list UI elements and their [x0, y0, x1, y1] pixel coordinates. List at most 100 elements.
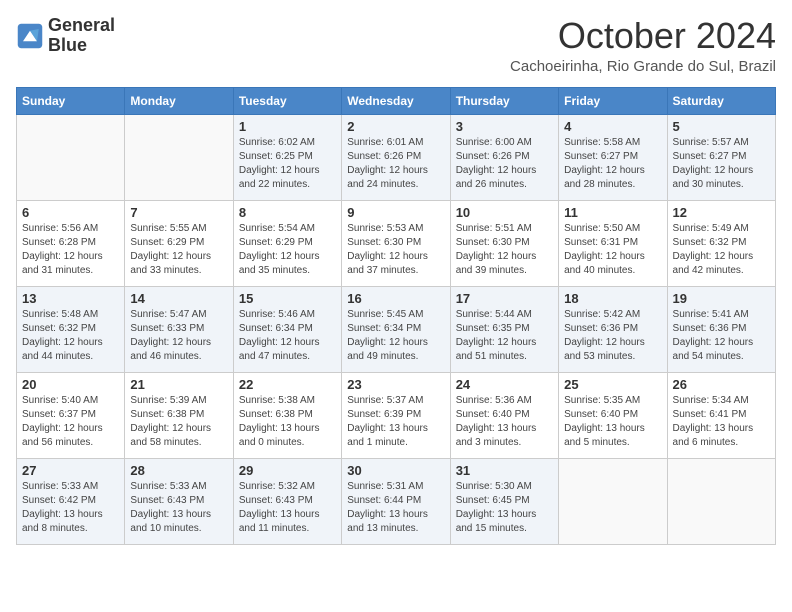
day-info: Sunrise: 5:35 AM Sunset: 6:40 PM Dayligh… — [564, 394, 661, 450]
day-number: 16 — [347, 291, 444, 306]
day-number: 9 — [347, 205, 444, 220]
day-info: Sunrise: 6:02 AM Sunset: 6:25 PM Dayligh… — [239, 136, 336, 192]
day-number: 26 — [673, 377, 770, 392]
calendar-day-cell: 1 Sunrise: 6:02 AM Sunset: 6:25 PM Daylig… — [233, 114, 341, 200]
calendar-day-cell: 6 Sunrise: 5:56 AM Sunset: 6:28 PM Daylig… — [17, 200, 125, 286]
day-number: 7 — [130, 205, 227, 220]
calendar-day-cell: 12 Sunrise: 5:49 AM Sunset: 6:32 PM Dayli… — [667, 200, 775, 286]
month-title: October 2024 — [510, 16, 776, 56]
weekday-header: Thursday — [450, 87, 558, 114]
day-info: Sunrise: 5:48 AM Sunset: 6:32 PM Dayligh… — [22, 308, 119, 364]
calendar-day-cell: 24 Sunrise: 5:36 AM Sunset: 6:40 PM Dayli… — [450, 372, 558, 458]
day-number: 13 — [22, 291, 119, 306]
calendar-day-cell — [125, 114, 233, 200]
calendar-day-cell: 29Sunrise: 5:32 AM Sunset: 6:43 PM Dayli… — [233, 458, 341, 544]
day-info: Sunrise: 5:39 AM Sunset: 6:38 PM Dayligh… — [130, 394, 227, 450]
day-number: 25 — [564, 377, 661, 392]
day-number: 23 — [347, 377, 444, 392]
day-info: Sunrise: 5:50 AM Sunset: 6:31 PM Dayligh… — [564, 222, 661, 278]
day-info: Sunrise: 6:01 AM Sunset: 6:26 PM Dayligh… — [347, 136, 444, 192]
calendar-day-cell: 14 Sunrise: 5:47 AM Sunset: 6:33 PM Dayli… — [125, 286, 233, 372]
day-info: Sunrise: 5:40 AM Sunset: 6:37 PM Dayligh… — [22, 394, 119, 450]
day-number: 14 — [130, 291, 227, 306]
day-number: 24 — [456, 377, 553, 392]
calendar-day-cell: 26 Sunrise: 5:34 AM Sunset: 6:41 PM Dayli… — [667, 372, 775, 458]
calendar-day-cell: 3 Sunrise: 6:00 AM Sunset: 6:26 PM Daylig… — [450, 114, 558, 200]
day-number: 29 — [239, 463, 336, 478]
calendar-table: SundayMondayTuesdayWednesdayThursdayFrid… — [16, 87, 776, 545]
day-number: 31 — [456, 463, 553, 478]
day-number: 4 — [564, 119, 661, 134]
day-info: Sunrise: 5:42 AM Sunset: 6:36 PM Dayligh… — [564, 308, 661, 364]
calendar-day-cell: 28 Sunrise: 5:33 AM Sunset: 6:43 PM Dayli… — [125, 458, 233, 544]
calendar-day-cell: 22 Sunrise: 5:38 AM Sunset: 6:38 PM Dayli… — [233, 372, 341, 458]
calendar-day-cell: 17 Sunrise: 5:44 AM Sunset: 6:35 PM Dayli… — [450, 286, 558, 372]
day-info: Sunrise: 5:46 AM Sunset: 6:34 PM Dayligh… — [239, 308, 336, 364]
day-number: 15 — [239, 291, 336, 306]
day-number: 10 — [456, 205, 553, 220]
day-info: Sunrise: 5:53 AM Sunset: 6:30 PM Dayligh… — [347, 222, 444, 278]
day-info: Sunrise: 5:57 AM Sunset: 6:27 PM Dayligh… — [673, 136, 770, 192]
day-number: 28 — [130, 463, 227, 478]
day-number: 18 — [564, 291, 661, 306]
day-info: Sunrise: 5:31 AM Sunset: 6:44 PM Dayligh… — [347, 480, 444, 536]
calendar-day-cell: 25 Sunrise: 5:35 AM Sunset: 6:40 PM Dayli… — [559, 372, 667, 458]
calendar-day-cell: 31 Sunrise: 5:30 AM Sunset: 6:45 PM Dayli… — [450, 458, 558, 544]
day-number: 2 — [347, 119, 444, 134]
day-number: 11 — [564, 205, 661, 220]
calendar-day-cell: 9 Sunrise: 5:53 AM Sunset: 6:30 PM Daylig… — [342, 200, 450, 286]
calendar-header-row: SundayMondayTuesdayWednesdayThursdayFrid… — [17, 87, 776, 114]
day-info: Sunrise: 5:38 AM Sunset: 6:38 PM Dayligh… — [239, 394, 336, 450]
calendar-day-cell: 23 Sunrise: 5:37 AM Sunset: 6:39 PM Dayli… — [342, 372, 450, 458]
day-number: 1 — [239, 119, 336, 134]
calendar-week-row: 13 Sunrise: 5:48 AM Sunset: 6:32 PM Dayli… — [17, 286, 776, 372]
calendar-day-cell: 13 Sunrise: 5:48 AM Sunset: 6:32 PM Dayli… — [17, 286, 125, 372]
day-info: Sunrise: 5:45 AM Sunset: 6:34 PM Dayligh… — [347, 308, 444, 364]
calendar-week-row: 1 Sunrise: 6:02 AM Sunset: 6:25 PM Daylig… — [17, 114, 776, 200]
calendar-day-cell: 21 Sunrise: 5:39 AM Sunset: 6:38 PM Dayli… — [125, 372, 233, 458]
calendar-day-cell — [559, 458, 667, 544]
day-number: 22 — [239, 377, 336, 392]
weekday-header: Saturday — [667, 87, 775, 114]
calendar-day-cell: 16 Sunrise: 5:45 AM Sunset: 6:34 PM Dayli… — [342, 286, 450, 372]
day-info: Sunrise: 5:30 AM Sunset: 6:45 PM Dayligh… — [456, 480, 553, 536]
day-info: Sunrise: 5:47 AM Sunset: 6:33 PM Dayligh… — [130, 308, 227, 364]
day-info: Sunrise: 5:37 AM Sunset: 6:39 PM Dayligh… — [347, 394, 444, 450]
day-number: 8 — [239, 205, 336, 220]
day-info: Sunrise: 5:36 AM Sunset: 6:40 PM Dayligh… — [456, 394, 553, 450]
calendar-day-cell: 30 Sunrise: 5:31 AM Sunset: 6:44 PM Dayli… — [342, 458, 450, 544]
logo-text: General Blue — [48, 16, 115, 56]
day-number: 12 — [673, 205, 770, 220]
day-number: 3 — [456, 119, 553, 134]
day-number: 30 — [347, 463, 444, 478]
calendar-day-cell: 11 Sunrise: 5:50 AM Sunset: 6:31 PM Dayli… — [559, 200, 667, 286]
day-info: Sunrise: 5:34 AM Sunset: 6:41 PM Dayligh… — [673, 394, 770, 450]
day-info: Sunrise: 5:33 AM Sunset: 6:43 PM Dayligh… — [130, 480, 227, 536]
day-info: Sunrise: 5:54 AM Sunset: 6:29 PM Dayligh… — [239, 222, 336, 278]
calendar-day-cell: 20Sunrise: 5:40 AM Sunset: 6:37 PM Dayli… — [17, 372, 125, 458]
calendar-day-cell: 15 Sunrise: 5:46 AM Sunset: 6:34 PM Dayli… — [233, 286, 341, 372]
weekday-header: Sunday — [17, 87, 125, 114]
day-number: 21 — [130, 377, 227, 392]
weekday-header: Friday — [559, 87, 667, 114]
calendar-day-cell: 27Sunrise: 5:33 AM Sunset: 6:42 PM Dayli… — [17, 458, 125, 544]
logo: General Blue — [16, 16, 115, 56]
day-number: 6 — [22, 205, 119, 220]
day-info: Sunrise: 5:41 AM Sunset: 6:36 PM Dayligh… — [673, 308, 770, 364]
weekday-header: Tuesday — [233, 87, 341, 114]
calendar-day-cell: 10Sunrise: 5:51 AM Sunset: 6:30 PM Dayli… — [450, 200, 558, 286]
day-number: 17 — [456, 291, 553, 306]
day-info: Sunrise: 5:33 AM Sunset: 6:42 PM Dayligh… — [22, 480, 119, 536]
day-info: Sunrise: 5:56 AM Sunset: 6:28 PM Dayligh… — [22, 222, 119, 278]
day-info: Sunrise: 5:55 AM Sunset: 6:29 PM Dayligh… — [130, 222, 227, 278]
day-info: Sunrise: 5:49 AM Sunset: 6:32 PM Dayligh… — [673, 222, 770, 278]
logo-icon — [16, 22, 44, 50]
day-info: Sunrise: 6:00 AM Sunset: 6:26 PM Dayligh… — [456, 136, 553, 192]
page-header: General Blue October 2024 Cachoeirinha, … — [16, 16, 776, 75]
calendar-week-row: 6 Sunrise: 5:56 AM Sunset: 6:28 PM Daylig… — [17, 200, 776, 286]
calendar-day-cell: 4 Sunrise: 5:58 AM Sunset: 6:27 PM Daylig… — [559, 114, 667, 200]
calendar-day-cell — [17, 114, 125, 200]
calendar-day-cell: 18 Sunrise: 5:42 AM Sunset: 6:36 PM Dayli… — [559, 286, 667, 372]
day-info: Sunrise: 5:58 AM Sunset: 6:27 PM Dayligh… — [564, 136, 661, 192]
day-info: Sunrise: 5:44 AM Sunset: 6:35 PM Dayligh… — [456, 308, 553, 364]
